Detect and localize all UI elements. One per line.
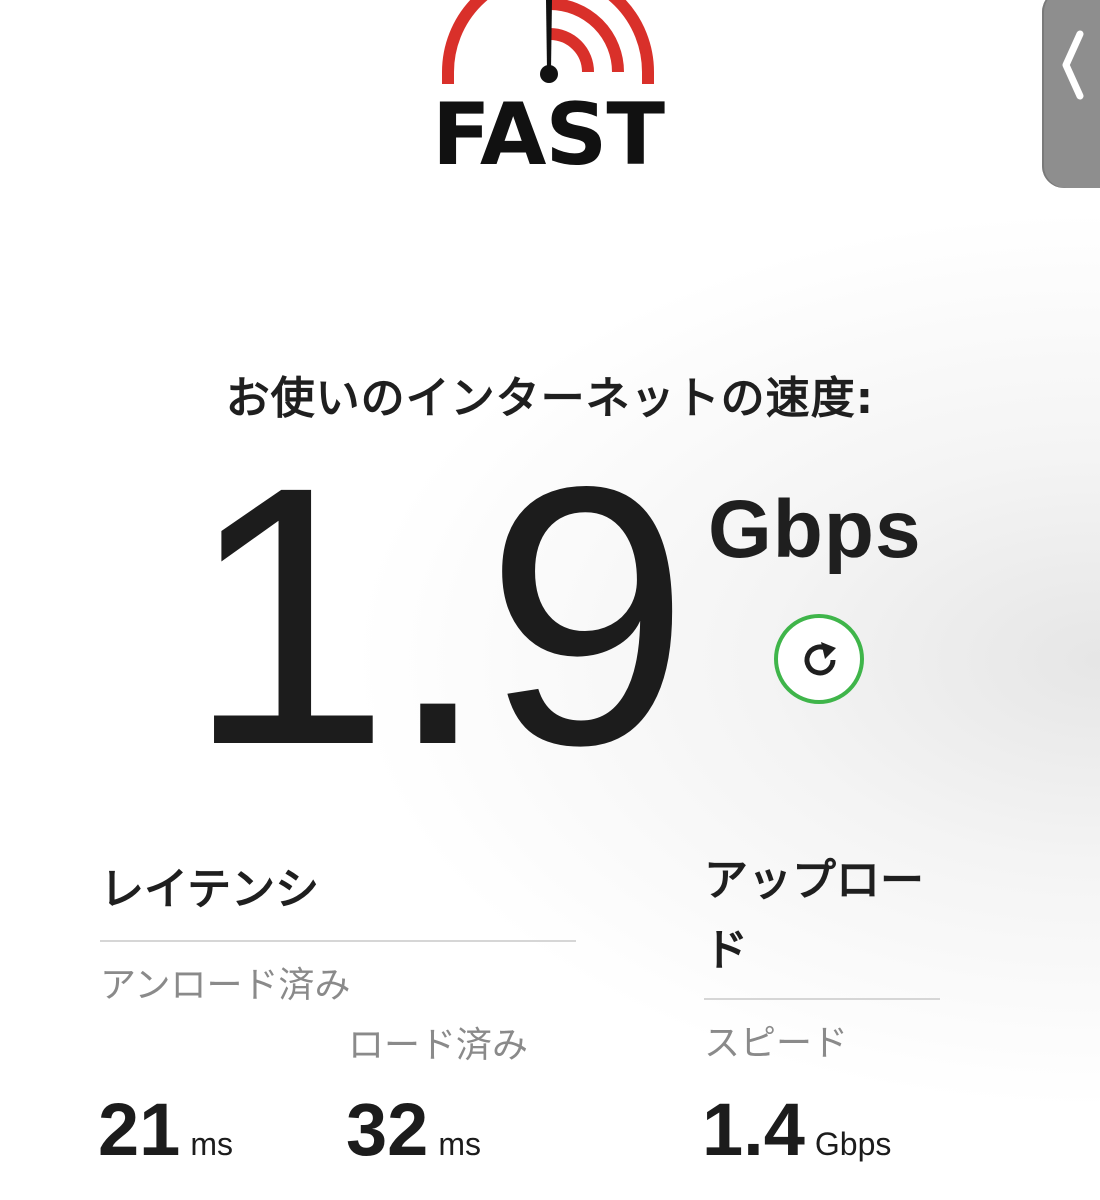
latency-title: レイテンシ <box>100 864 320 915</box>
latency-divider <box>100 940 576 942</box>
download-speed-value: 1.9 <box>186 410 690 821</box>
unloaded-latency-number: 21 <box>98 1088 181 1171</box>
reload-button[interactable] <box>774 614 864 704</box>
fast-logo[interactable]: FAST <box>420 0 680 180</box>
logo-wordmark: FAST <box>431 85 665 185</box>
loaded-latency-number: 32 <box>346 1088 429 1171</box>
upload-speed-number: 1.4 <box>702 1088 805 1171</box>
upload-speed-unit: Gbps <box>814 1126 892 1162</box>
download-speed-unit: Gbps <box>708 484 922 575</box>
chevron-left-icon <box>1062 30 1084 100</box>
upload-title: アップロード <box>704 855 924 976</box>
unloaded-latency-unit: ms <box>190 1126 233 1162</box>
loaded-latency-label: ロード済み <box>348 1025 529 1066</box>
upload-speed-value: 1.4 Gbps <box>702 1090 891 1184</box>
upload-divider <box>704 998 940 1000</box>
loaded-latency-value: 32 ms <box>346 1090 481 1184</box>
loaded-latency-unit: ms <box>438 1126 481 1162</box>
speed-test-page: FAST お使いのインターネットの速度: 1.9 Gbps レイテンシ アンロー… <box>0 0 1100 1200</box>
reload-icon <box>804 642 836 676</box>
upload-speed-label: スピード <box>704 1023 849 1064</box>
side-panel-handle[interactable] <box>1042 0 1100 188</box>
unloaded-latency-label: アンロード済み <box>100 965 351 1006</box>
unloaded-latency-value: 21 ms <box>98 1090 233 1184</box>
